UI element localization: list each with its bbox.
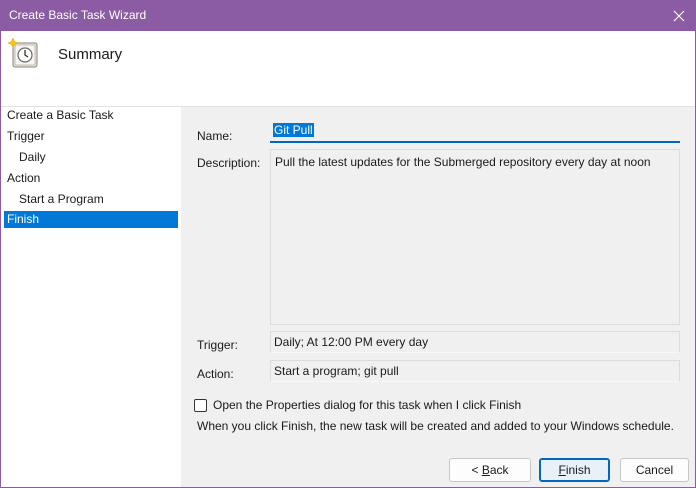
description-label: Description: [197,156,261,170]
back-button-rest: ack [489,463,509,477]
finish-button-mnemonic: F [558,463,566,477]
close-button[interactable] [662,0,696,31]
finish-info-text: When you click Finish, the new task will… [197,419,674,433]
open-properties-checkbox[interactable] [194,398,207,412]
wizard-header: Summary [1,31,695,106]
close-icon [673,10,685,21]
open-properties-option[interactable]: Open the Properties dialog for this task… [194,397,521,413]
action-value: Start a program; git pull [274,364,399,378]
wizard-steps-nav: Create a Basic Task Trigger Daily Action… [1,107,181,487]
name-label: Name: [197,129,233,143]
trigger-field[interactable]: Daily; At 12:00 PM every day [270,331,680,353]
open-properties-label[interactable]: Open the Properties dialog for this task… [213,398,521,412]
window-title: Create Basic Task Wizard [9,8,147,22]
action-field[interactable]: Start a program; git pull [270,360,680,382]
nav-step-finish[interactable]: Finish [4,211,178,228]
nav-step-trigger[interactable]: Trigger [4,128,178,145]
task-scheduler-clock-icon [7,37,38,68]
description-value: Pull the latest updates for the Submerge… [275,155,651,169]
name-field-value: Git Pull [273,123,314,137]
finish-button[interactable]: Finish [539,458,610,482]
cancel-button[interactable]: Cancel [620,458,689,482]
nav-step-create-basic-task[interactable]: Create a Basic Task [4,107,178,124]
trigger-label: Trigger: [197,338,238,352]
action-label: Action: [197,367,234,381]
nav-step-start-program[interactable]: Start a Program [4,191,178,208]
trigger-value: Daily; At 12:00 PM every day [274,335,429,349]
page-title: Summary [58,46,123,63]
finish-button-rest: inish [565,463,591,477]
nav-step-action[interactable]: Action [4,170,178,187]
description-field[interactable]: Pull the latest updates for the Submerge… [270,149,680,325]
back-button-mnemonic: B [481,463,490,477]
name-field[interactable]: Git Pull [270,121,680,143]
nav-step-daily[interactable]: Daily [4,149,178,166]
title-bar: Create Basic Task Wizard [0,0,696,31]
cancel-button-label: Cancel [635,463,674,477]
back-button[interactable]: < Back [449,458,531,482]
back-button-prefix: < [471,463,482,477]
